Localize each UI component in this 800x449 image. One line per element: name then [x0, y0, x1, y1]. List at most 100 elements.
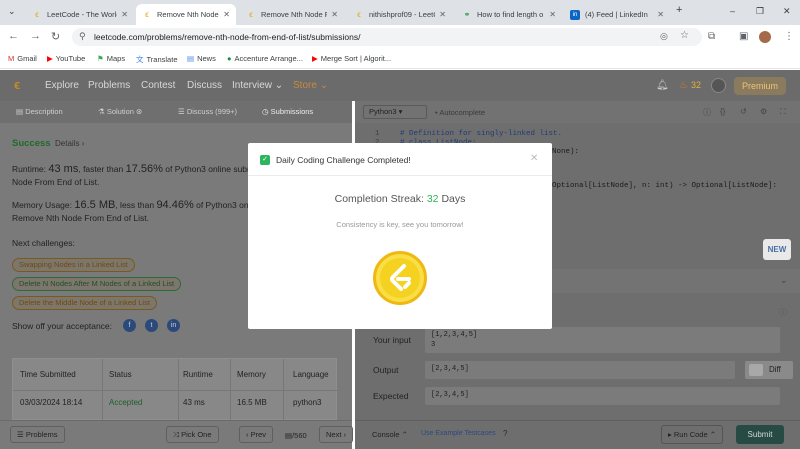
- autocomplete-toggle[interactable]: • Autocomplete: [435, 108, 485, 117]
- back-icon[interactable]: ←: [8, 30, 19, 42]
- close-tab-icon[interactable]: ✕: [121, 10, 128, 19]
- details-link[interactable]: Details ›: [55, 139, 84, 148]
- bookmark-accenture[interactable]: ● Accenture Arrange...: [227, 54, 303, 63]
- challenge-tag[interactable]: Delete N Nodes After M Nodes of a Linked…: [12, 277, 182, 291]
- nav-discuss[interactable]: Discuss: [187, 80, 222, 91]
- prev-button[interactable]: ‹ Prev: [239, 426, 274, 443]
- forward-icon[interactable]: →: [30, 30, 41, 42]
- table-cell-memory: 16.5 MB: [237, 398, 267, 407]
- pick-one-button[interactable]: ⤨ Pick One: [166, 426, 219, 443]
- table-cell-language: python3: [293, 398, 322, 407]
- linkedin-icon[interactable]: in: [167, 319, 180, 332]
- table-cell-runtime: 43 ms: [183, 398, 205, 407]
- accenture-icon: ●: [227, 54, 232, 63]
- leetcode-coin-icon: [373, 251, 427, 305]
- help-icon[interactable]: ?: [503, 429, 507, 438]
- submit-button[interactable]: Submit: [736, 425, 784, 444]
- nav-interview[interactable]: Interview ⌄: [232, 80, 283, 91]
- browser-tab[interactable]: ϵ LeetCode - The World ✕: [26, 4, 134, 25]
- nav-problems[interactable]: Problems: [88, 80, 130, 91]
- browser-tab[interactable]: in (4) Feed | LinkedIn ✕: [564, 4, 670, 25]
- diff-toggle[interactable]: Diff: [745, 361, 793, 379]
- modal-header: ✓ Daily Coding Challenge Completed! ✕: [248, 143, 552, 176]
- close-tab-icon[interactable]: ✕: [439, 10, 446, 19]
- bookmark-star-icon[interactable]: ☆: [680, 30, 689, 41]
- reload-icon[interactable]: ↻: [51, 30, 60, 43]
- output-box: [2,3,4,5]: [425, 361, 735, 379]
- info-icon[interactable]: ⓘ: [703, 107, 711, 118]
- bookmark-translate[interactable]: 文 Translate: [136, 54, 178, 65]
- lock-icon: ⊛: [136, 107, 143, 116]
- facebook-icon[interactable]: f: [123, 319, 136, 332]
- nav-explore[interactable]: Explore: [45, 80, 79, 91]
- browser-tab[interactable]: ⚭ How to find length o ✕: [456, 4, 562, 25]
- tab-submissions[interactable]: ◷ Submissions: [262, 107, 313, 116]
- bookmark-youtube[interactable]: ▶ YouTube: [47, 54, 85, 63]
- url-text: leetcode.com/problems/remove-nth-node-fr…: [94, 32, 361, 42]
- challenge-tag[interactable]: Delete the Middle Node of a Linked List: [12, 296, 157, 310]
- minimize-icon[interactable]: –: [730, 6, 735, 16]
- clock-icon: ◷: [262, 107, 269, 116]
- menu-kebab-icon[interactable]: ⋮: [784, 31, 794, 42]
- notification-bell-icon[interactable]: 🔔︎: [656, 80, 669, 91]
- extensions-icon[interactable]: ⧉: [708, 31, 715, 42]
- use-example-link[interactable]: Use Example Testcases: [421, 430, 496, 437]
- reset-icon[interactable]: ↺: [740, 107, 747, 116]
- play-icon: ▸: [668, 430, 672, 439]
- bookmark-news[interactable]: ▤ News: [187, 54, 216, 63]
- url-bar[interactable]: ⚲ leetcode.com/problems/remove-nth-node-…: [72, 28, 702, 46]
- window-close-icon[interactable]: ✕: [783, 6, 791, 17]
- new-tab-icon[interactable]: +: [676, 4, 682, 16]
- user-avatar[interactable]: [711, 78, 726, 93]
- fullscreen-icon[interactable]: ⛶: [780, 107, 786, 117]
- run-code-button[interactable]: ▸ Run Code ⌃: [661, 425, 724, 444]
- bookmark-gmail[interactable]: M Gmail: [8, 54, 37, 63]
- info-icon[interactable]: ⓘ: [779, 307, 787, 318]
- leetcode-icon: ϵ: [35, 9, 39, 19]
- close-icon[interactable]: ✕: [530, 153, 538, 164]
- tab-search-icon[interactable]: ⌄: [8, 6, 16, 17]
- tab-solution[interactable]: ⚗ Solution ⊛: [98, 107, 142, 116]
- browser-tab[interactable]: ϵ Remove Nth Node Fr ✕: [240, 4, 344, 25]
- problems-list-button[interactable]: ☰ Problems: [10, 426, 65, 443]
- completion-streak: Completion Streak: 32 Days: [334, 193, 466, 205]
- memory-line-2: Remove Nth Node From End of List.: [12, 213, 150, 223]
- close-tab-icon[interactable]: ✕: [657, 10, 664, 19]
- restore-icon[interactable]: ❐: [756, 6, 764, 17]
- bookmark-maps[interactable]: ⚑ Maps: [97, 54, 125, 63]
- settings-icon[interactable]: ⚙: [760, 107, 767, 116]
- chevron-up-icon: ⌃: [401, 430, 408, 439]
- leetcode-navbar: ϵ Explore Problems Contest Discuss Inter…: [0, 70, 800, 101]
- premium-button[interactable]: Premium: [734, 77, 786, 95]
- nav-store[interactable]: Store ⌄: [293, 80, 328, 91]
- eye-off-icon[interactable]: ◎: [660, 31, 668, 42]
- language-select[interactable]: Python3 ▾: [363, 105, 427, 119]
- coin-count: 32: [691, 80, 702, 90]
- your-input-box[interactable]: [1,2,3,4,5] 3: [425, 327, 780, 353]
- tab-description[interactable]: ▤ Description: [16, 107, 63, 116]
- browser-tab[interactable]: ϵ nithishprof09 - LeetC ✕: [348, 4, 452, 25]
- modal-message: Consistency is key, see you tomorrow!: [336, 220, 464, 229]
- close-tab-icon[interactable]: ✕: [223, 10, 230, 19]
- braces-icon[interactable]: {}: [720, 107, 725, 116]
- browser-tab-active[interactable]: ϵRemove Nth Node Fr✕: [136, 4, 236, 25]
- twitter-icon[interactable]: t: [145, 319, 158, 332]
- next-button[interactable]: Next ›: [319, 426, 354, 443]
- close-tab-icon[interactable]: ✕: [331, 10, 338, 19]
- tab-discuss[interactable]: ☰ Discuss (999+): [178, 107, 237, 116]
- chevron-down-icon[interactable]: ⌄: [780, 275, 788, 286]
- console-toggle[interactable]: Console ⌃: [372, 430, 408, 439]
- nav-contest[interactable]: Contest: [141, 80, 175, 91]
- discuss-icon: ☰: [178, 107, 185, 116]
- bookmark-merge-sort[interactable]: ▶ Merge Sort | Algorit...: [312, 54, 391, 63]
- challenge-tag[interactable]: Swapping Nodes in a Linked List: [12, 258, 135, 272]
- side-panel-icon[interactable]: ▣: [739, 31, 748, 42]
- profile-avatar[interactable]: [759, 31, 771, 43]
- code-fragment: None):: [552, 148, 580, 156]
- table-cell-status[interactable]: Accepted: [109, 398, 142, 407]
- close-tab-icon[interactable]: ✕: [549, 10, 556, 19]
- site-info-icon[interactable]: ⚲: [79, 31, 86, 42]
- leetcode-logo-icon[interactable]: ϵ: [14, 77, 20, 92]
- new-badge[interactable]: NEW: [763, 239, 791, 260]
- chevron-right-icon: ›: [81, 139, 85, 148]
